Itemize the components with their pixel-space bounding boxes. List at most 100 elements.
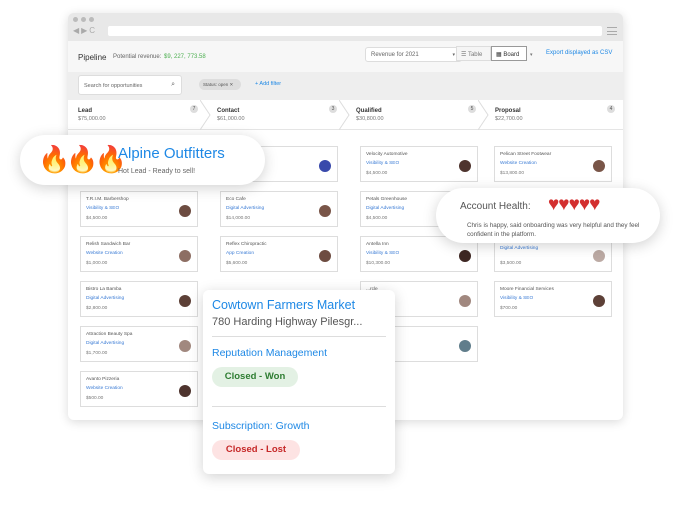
pipeline-stages: Lead $75,000.00 7 Contact $61,000.00 3 Qualifi… [68,100,623,130]
deal-title[interactable]: Subscription: Growth [212,420,309,432]
opportunity-card[interactable]: T.R.I.M. Barbershop Visibility & SEO $4,50… [80,191,198,227]
avatar [459,295,471,307]
stage-amount: $61,000.00 [217,116,245,122]
browser-chrome: ◀▶C [68,13,623,41]
card-company: Attraction Beauty Spa [86,332,133,337]
stage-count-badge: 5 [468,105,476,113]
hot-lead-popup: 🔥🔥🔥 Alpine Outfitters Hot Lead - Ready t… [20,135,265,185]
view-board-label: Board [503,52,520,58]
stage-contact[interactable]: Contact $61,000.00 3 [207,100,345,130]
stage-lead[interactable]: Lead $75,000.00 7 [68,100,206,130]
revenue-select-value: Revenue for 2021 [371,52,419,58]
opportunity-card[interactable]: Pelican Street Footwear Website Creation $… [494,146,612,182]
divider [212,406,386,407]
view-table-button[interactable]: ☰ Table [456,46,491,61]
card-company: T.R.I.M. Barbershop [86,197,129,202]
account-health-popup: Account Health: ♥♥♥♥♥ Chris is happy, sa… [436,188,660,243]
card-amount: $700.00 [500,306,518,311]
card-service: Visibility & SEO [366,161,400,166]
card-amount: $10,300.00 [366,261,391,266]
card-service: Website Creation [86,251,123,256]
avatar [179,385,191,397]
card-service: Visibility & SEO [86,206,120,211]
card-company: Avanto Pizzeria [86,377,120,382]
view-board-button[interactable]: ▦ Board [491,46,527,61]
avatar [179,295,191,307]
account-health-note: Chris is happy, said onboarding was very… [467,222,640,238]
list-icon: ☰ [461,52,467,58]
search-input[interactable]: Search for opportunities ⌕ [78,75,182,95]
avatar [593,295,605,307]
stage-amount: $22,700.00 [495,116,523,122]
stage-qualified[interactable]: Qualified $30,800.00 5 [346,100,484,130]
hot-lead-subtitle: Hot Lead - Ready to sell! [118,168,196,175]
stage-proposal[interactable]: Proposal $22,700.00 4 [485,100,623,130]
filter-bar: Search for opportunities ⌕ Status: open ✕… [68,72,623,100]
avatar [179,340,191,352]
avatar [319,160,331,172]
hearts-rating-icon: ♥♥♥♥♥ [548,194,600,215]
card-service: Visibility & SEO [366,251,400,256]
card-amount: $14,000.00 [226,216,251,221]
stage-amount: $30,800.00 [356,116,384,122]
card-company: Moore Financial Services [500,287,554,292]
stage-count-badge: 7 [190,105,198,113]
card-service: Digital Advertising [500,246,539,251]
card-service: Digital Advertising [226,206,265,211]
page-title: Pipeline [78,53,107,62]
card-company: Reflex Chiropractic [226,242,267,247]
card-company: Pelican Street Footwear [500,152,552,157]
card-service: Digital Advertising [86,341,125,346]
status-filter-chip[interactable]: Status: open ✕ [199,79,241,90]
card-company: Velocity Automotive [366,152,408,157]
opportunity-card[interactable]: Bistro La Bamba Digital Advertising $2,800… [80,281,198,317]
divider [212,336,386,337]
account-health-label: Account Health: [460,201,531,212]
deal-title[interactable]: Reputation Management [212,347,327,359]
card-amount: $3,500.00 [500,261,522,266]
search-icon: ⌕ [171,81,175,88]
stage-amount: $75,000.00 [78,116,106,122]
card-service: App Creation [226,251,254,256]
avatar [319,205,331,217]
card-amount: $500.00 [86,396,104,401]
view-dropdown-icon[interactable]: ▾ [530,52,533,58]
window-dot [73,17,78,22]
opportunity-card[interactable]: Attraction Beauty Spa Digital Advertising… [80,326,198,362]
fire-icon: 🔥🔥🔥 [38,144,127,174]
status-chip-label: Status: open [203,82,229,87]
card-company: Bistro La Bamba [86,287,122,292]
company-name[interactable]: Cowtown Farmers Market [212,298,355,312]
deal-detail-popup: Cowtown Farmers Market 780 Harding Highw… [203,290,395,474]
card-service: Visibility & SEO [500,296,534,301]
avatar [459,340,471,352]
avatar [179,250,191,262]
opportunity-card[interactable]: Velocity Automotive Visibility & SEO $4,50… [360,146,478,182]
export-csv-link[interactable]: Export displayed as CSV [546,50,612,56]
hot-lead-title: Alpine Outfitters [118,145,225,162]
avatar [593,160,605,172]
page-header: Pipeline Potential revenue: $9, 227, 773… [68,41,623,72]
opportunity-card[interactable]: Relish Sandwich Bar Website Creation $1,00… [80,236,198,272]
opportunity-card[interactable]: Moore Financial Services Visibility & SEO… [494,281,612,317]
status-badge-won: Closed - Won [212,367,298,387]
opportunity-card[interactable]: Eco Cafe Digital Advertising $14,000.00 [220,191,338,227]
stage-count-badge: 3 [329,105,337,113]
revenue-select[interactable]: Revenue for 2021 ▾ [365,47,462,62]
avatar [459,160,471,172]
company-address: 780 Harding Highway Pilesgr... [212,316,363,328]
card-amount: $4,500.00 [86,216,108,221]
hamburger-menu-icon[interactable] [607,27,617,35]
status-badge-lost: Closed - Lost [212,440,300,460]
add-filter-button[interactable]: + Add filter [255,81,281,87]
address-bar[interactable] [108,26,602,36]
nav-arrows-icon[interactable]: ◀▶C [73,26,97,35]
opportunity-card[interactable]: Avanto Pizzeria Website Creation $500.00 [80,371,198,407]
close-icon[interactable]: ✕ [230,82,234,87]
opportunity-card[interactable]: Reflex Chiropractic App Creation $5,600.00 [220,236,338,272]
card-company: Relish Sandwich Bar [86,242,131,247]
stage-count-badge: 4 [607,105,615,113]
grid-icon: ▦ [496,52,502,58]
avatar [459,250,471,262]
card-amount: $5,600.00 [226,261,248,266]
